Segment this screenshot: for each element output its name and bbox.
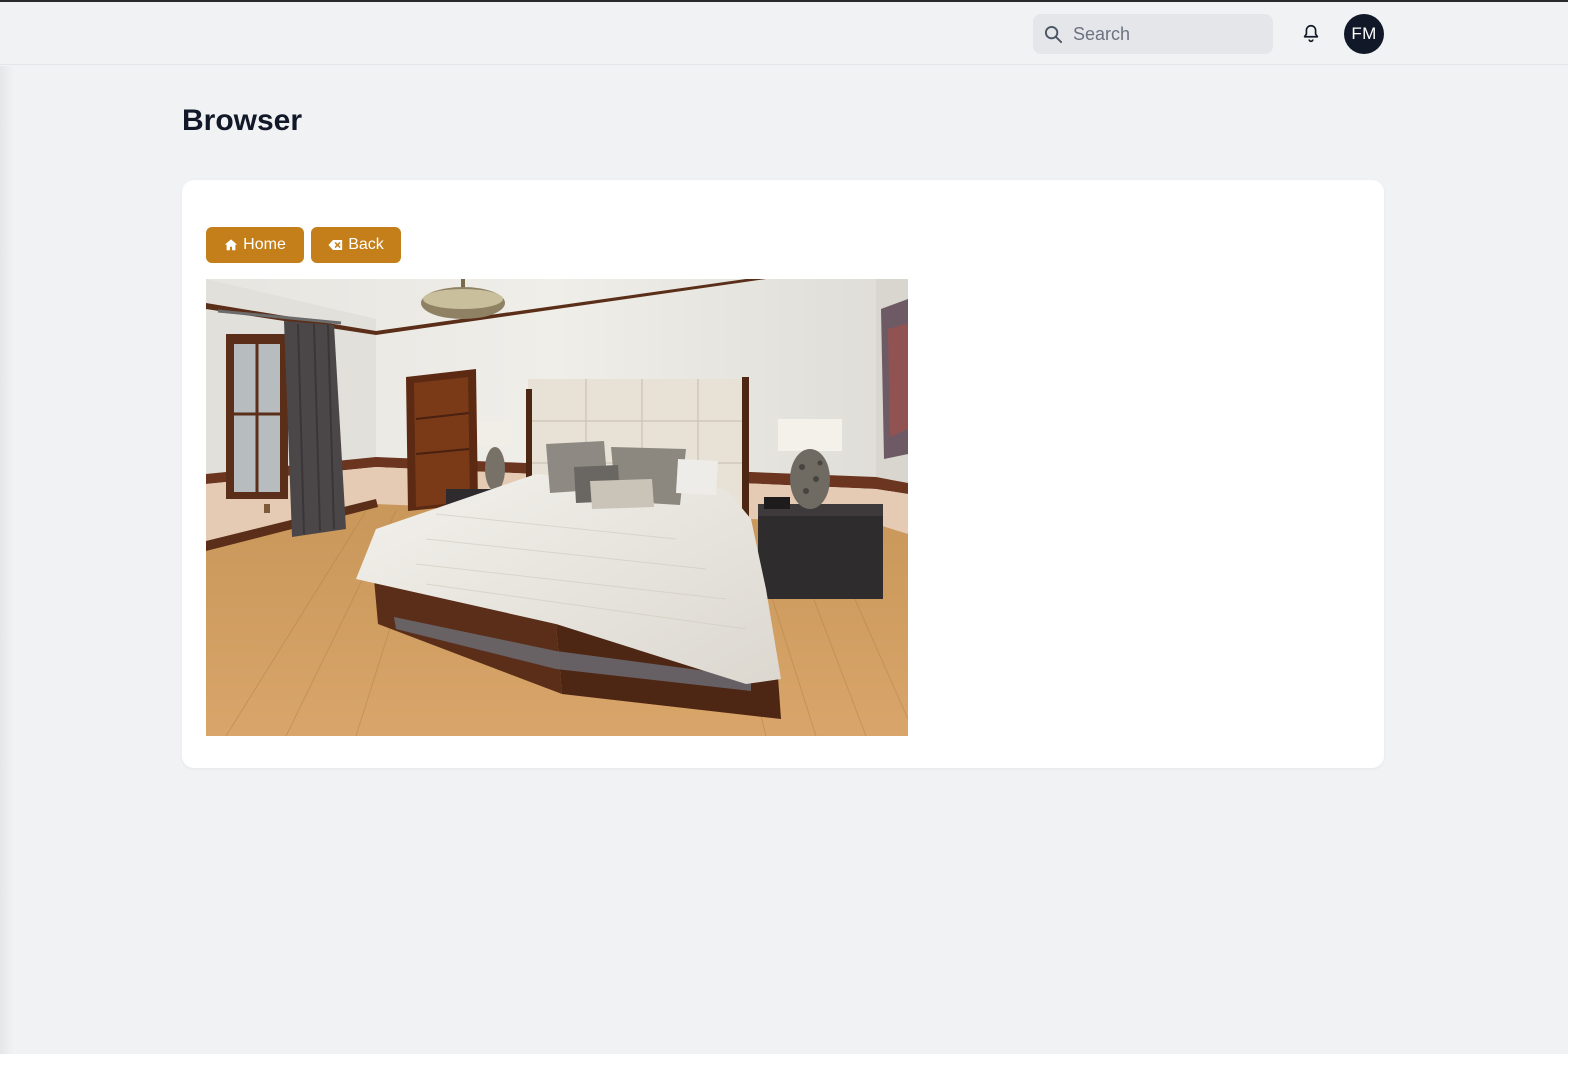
- top-bar: FM: [0, 2, 1568, 65]
- window-right-edge: [1568, 0, 1586, 1066]
- search-box[interactable]: [1033, 14, 1273, 54]
- back-button[interactable]: Back: [311, 227, 401, 263]
- backspace-icon: [328, 240, 343, 250]
- search-icon: [1044, 25, 1063, 43]
- page-title: Browser: [182, 104, 303, 137]
- search-input[interactable]: [1073, 23, 1253, 45]
- notification-bell-icon[interactable]: [1300, 23, 1322, 45]
- back-button-label: Back: [348, 236, 384, 253]
- browser-card: Home Back: [182, 180, 1384, 768]
- bedroom-photo: [206, 279, 908, 736]
- home-button[interactable]: Home: [206, 227, 304, 263]
- left-shadow: [0, 66, 14, 1054]
- user-avatar[interactable]: FM: [1344, 14, 1384, 54]
- window-bottom-edge: [0, 1054, 1586, 1066]
- home-icon: [225, 239, 238, 251]
- home-button-label: Home: [243, 236, 286, 253]
